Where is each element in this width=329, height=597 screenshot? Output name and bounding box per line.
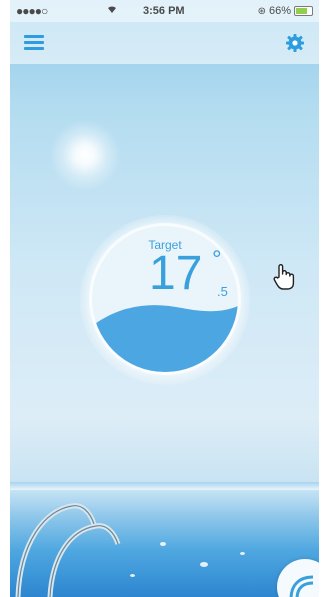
app-screen: ●●●●○ 3:56 PM ⊛ 66% Target 17 ° .5 [10,0,319,597]
sun-glare [50,120,120,190]
settings-button[interactable] [285,33,305,53]
wifi-icon [106,3,118,17]
temperature-value: 17 [149,247,203,300]
menu-icon-bar [24,41,44,44]
pool-background [10,482,319,597]
water-sparkle [130,574,135,577]
battery-status: ⊛ 66% [258,5,313,17]
battery-icon [294,6,313,16]
corner-action-button[interactable] [277,559,319,597]
battery-percent: 66% [268,5,291,17]
pool-ladder [15,503,121,597]
signal-strength: ●●●●○ [16,4,48,18]
water-sparkle [160,542,166,546]
menu-button[interactable] [24,35,44,51]
menu-icon-bar [24,35,44,38]
top-nav-bar [10,22,319,64]
water-sparkle [240,552,245,555]
rotation-lock-icon: ⊛ [257,5,266,17]
water-sparkle [200,562,208,567]
status-time: 3:56 PM [143,5,185,17]
pointer-hand-icon [272,263,298,291]
menu-icon-bar [24,47,44,50]
curve-icon [289,575,314,597]
degree-symbol: ° [212,246,222,273]
status-bar: ●●●●○ 3:56 PM ⊛ 66% [10,0,319,22]
gear-icon [286,34,304,52]
temperature-decimal: .5 [217,284,228,299]
target-temperature-dial[interactable]: Target 17 ° .5 [92,226,238,372]
